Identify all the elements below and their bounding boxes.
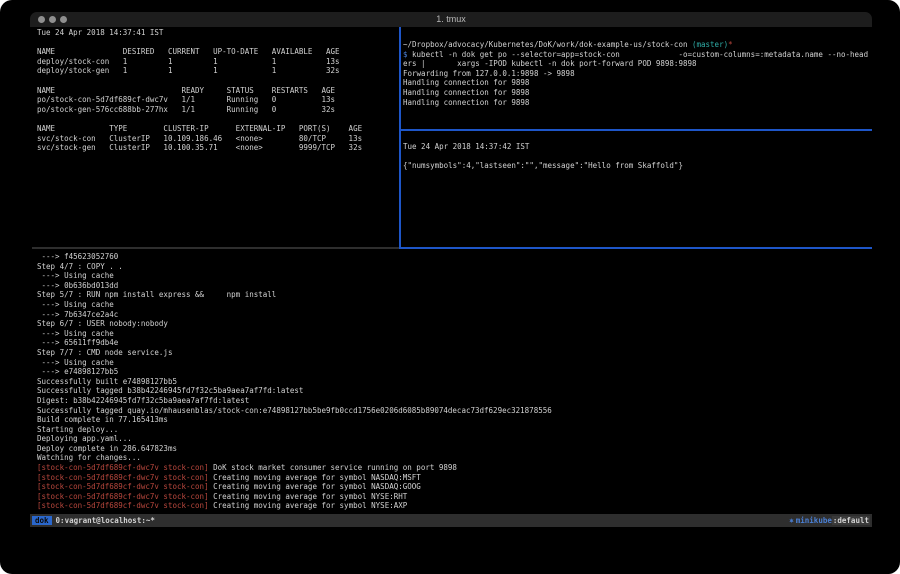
terminal-line: ---> Using cache xyxy=(37,329,552,339)
kube-namespace-label: :default xyxy=(832,516,870,525)
terminal-line: ers | xargs -IPOD kubectl -n dok port-fo… xyxy=(403,59,868,69)
kube-context-label: minikube xyxy=(796,516,832,525)
terminal-line: Successfully tagged quay.io/mhausenblas/… xyxy=(37,406,552,416)
terminal-line: deploy/stock-gen 1 1 1 1 32s xyxy=(37,66,362,76)
terminal-line: po/stock-con-5d7df689cf-dwc7v 1/1 Runnin… xyxy=(37,95,362,105)
session-name-badge[interactable]: dok xyxy=(32,516,52,525)
terminal-line: Tue 24 Apr 2018 14:37:41 IST xyxy=(37,28,362,38)
terminal-line: po/stock-gen-576cc688bb-277hx 1/1 Runnin… xyxy=(37,105,362,115)
terminal-line: svc/stock-con ClusterIP 10.109.186.46 <n… xyxy=(37,134,362,144)
terminal-line: $ kubectl -n dok get po --selector=app=s… xyxy=(403,50,868,60)
terminal-line: ---> Using cache xyxy=(37,300,552,310)
pane-divider-left-horizontal[interactable] xyxy=(32,247,399,249)
pane-divider-right-horizontal[interactable] xyxy=(401,129,872,131)
kubernetes-helm-icon: ⎈ xyxy=(789,516,794,525)
terminal-line: svc/stock-gen ClusterIP 10.100.35.71 <no… xyxy=(37,143,362,153)
terminal-line: Step 4/7 : COPY . . xyxy=(37,262,552,272)
terminal-line: Handling connection for 9898 xyxy=(403,78,868,88)
status-left: dok 0:vagrant@localhost:~* xyxy=(32,516,155,525)
window-titlebar[interactable]: 1. tmux xyxy=(30,12,872,27)
terminal-line: [stock-con-5d7df689cf-dwc7v stock-con] C… xyxy=(37,501,552,511)
pane-divider-bottom-right-horizontal[interactable] xyxy=(401,247,872,249)
terminal-line: Deploy complete in 286.647823ms xyxy=(37,444,552,454)
terminal-line: Successfully tagged b38b42246945fd7f32c5… xyxy=(37,386,552,396)
terminal-line: ---> Using cache xyxy=(37,271,552,281)
terminal-line xyxy=(37,38,362,48)
terminal-line: NAME TYPE CLUSTER-IP EXTERNAL-IP PORT(S)… xyxy=(37,124,362,134)
terminal-line xyxy=(37,76,362,86)
terminal-line: Deploying app.yaml... xyxy=(37,434,552,444)
terminal-line: NAME DESIRED CURRENT UP-TO-DATE AVAILABL… xyxy=(37,47,362,57)
terminal-line: deploy/stock-con 1 1 1 1 13s xyxy=(37,57,362,67)
window-list-item[interactable]: 0:vagrant@localhost:~* xyxy=(56,516,155,525)
terminal-line: Step 6/7 : USER nobody:nobody xyxy=(37,319,552,329)
terminal-line: Step 5/7 : RUN npm install express && np… xyxy=(37,290,552,300)
terminal-line: ~/Dropbox/advocacy/Kubernetes/DoK/work/d… xyxy=(403,40,868,50)
terminal-line: Tue 24 Apr 2018 14:37:42 IST xyxy=(403,142,683,152)
terminal-line: Handling connection for 9898 xyxy=(403,98,868,108)
terminal-line: Watching for changes... xyxy=(37,453,552,463)
terminal-line: ---> e74898127bb5 xyxy=(37,367,552,377)
terminal-line xyxy=(37,114,362,124)
terminal-line: Digest: b38b42246945fd7f32c5ba9aea7af7fd… xyxy=(37,396,552,406)
pane-divider-vertical[interactable] xyxy=(399,27,401,249)
terminal-line: Forwarding from 127.0.0.1:9898 -> 9898 xyxy=(403,69,868,79)
terminal-line: Starting deploy... xyxy=(37,425,552,435)
pane-curl-output[interactable]: Tue 24 Apr 2018 14:37:42 IST {"numsymbol… xyxy=(403,142,683,171)
pane-port-forward[interactable]: ~/Dropbox/advocacy/Kubernetes/DoK/work/d… xyxy=(403,40,868,107)
terminal-line: NAME READY STATUS RESTARTS AGE xyxy=(37,86,362,96)
pane-skaffold-log[interactable]: ---> f45623052760Step 4/7 : COPY . . ---… xyxy=(37,252,552,511)
terminal-line: Handling connection for 9898 xyxy=(403,88,868,98)
terminal-line: [stock-con-5d7df689cf-dwc7v stock-con] C… xyxy=(37,482,552,492)
window-title: 1. tmux xyxy=(30,14,872,24)
terminal-line: ---> 0b636bd013dd xyxy=(37,281,552,291)
terminal-line: ---> 7b6347ce2a4c xyxy=(37,310,552,320)
terminal-line: Build complete in 77.165413ms xyxy=(37,415,552,425)
terminal-line: ---> 65611ff9db4e xyxy=(37,338,552,348)
terminal-line: [stock-con-5d7df689cf-dwc7v stock-con] C… xyxy=(37,492,552,502)
pane-kubectl-watch[interactable]: Tue 24 Apr 2018 14:37:41 IST NAME DESIRE… xyxy=(37,28,362,153)
terminal-line xyxy=(403,152,683,162)
terminal-line: [stock-con-5d7df689cf-dwc7v stock-con] C… xyxy=(37,473,552,483)
terminal-line: Step 7/7 : CMD node service.js xyxy=(37,348,552,358)
tmux-status-bar: dok 0:vagrant@localhost:~* ⎈ minikube :d… xyxy=(30,514,872,527)
terminal-line: ---> f45623052760 xyxy=(37,252,552,262)
terminal-line: {"numsymbols":4,"lastseen":"","message":… xyxy=(403,161,683,171)
terminal-line: Successfully built e74898127bb5 xyxy=(37,377,552,387)
screenshot-frame: 1. tmux Tue 24 Apr 2018 14:37:41 IST NAM… xyxy=(0,0,900,574)
terminal-line: ---> Using cache xyxy=(37,358,552,368)
status-right: ⎈ minikube :default xyxy=(789,516,870,525)
terminal-line: [stock-con-5d7df689cf-dwc7v stock-con] D… xyxy=(37,463,552,473)
